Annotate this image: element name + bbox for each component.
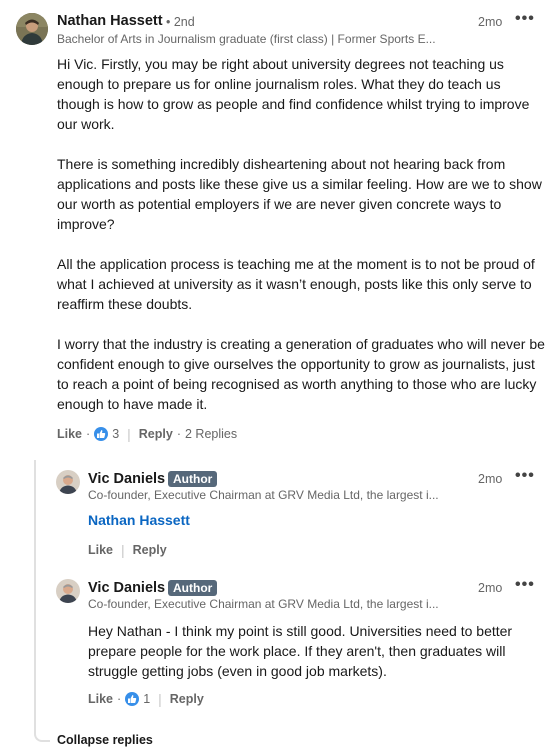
author-headline: Bachelor of Arts in Journalism graduate … — [57, 32, 436, 46]
like-reaction-icon[interactable] — [94, 427, 109, 441]
comment-paragraph: I worry that the industry is creating a … — [57, 336, 545, 412]
comment-actions: Like · 1 | Reply — [88, 691, 204, 707]
timestamp: 2mo — [478, 581, 503, 595]
avatar[interactable] — [16, 13, 48, 45]
comment-body: Hey Nathan - I think my point is still g… — [88, 623, 513, 679]
author-name[interactable]: Vic Daniels — [88, 580, 165, 596]
author-badge: Author — [168, 471, 218, 487]
timestamp: 2mo — [478, 472, 503, 486]
reply-button[interactable]: Reply — [133, 543, 167, 557]
like-reaction-icon[interactable] — [125, 692, 140, 706]
like-count[interactable]: 1 — [143, 692, 150, 706]
thread-line-end — [34, 730, 50, 742]
replies-count[interactable]: 2 Replies — [185, 427, 237, 441]
like-button[interactable]: Like — [88, 543, 113, 557]
like-button[interactable]: Like — [57, 427, 82, 441]
author-name[interactable]: Nathan Hassett — [57, 13, 163, 29]
more-options-icon[interactable]: ••• — [515, 10, 535, 28]
connection-degree: • 2nd — [166, 15, 195, 29]
collapse-replies-button[interactable]: Collapse replies — [57, 733, 153, 747]
comment-actions: Like · 3 | Reply · 2 Replies — [57, 426, 238, 442]
more-options-icon[interactable]: ••• — [515, 576, 535, 594]
comment-paragraph: There is something incredibly dishearten… — [57, 156, 542, 232]
author-name[interactable]: Vic Daniels — [88, 471, 165, 487]
author-headline: Co-founder, Executive Chairman at GRV Me… — [88, 488, 439, 502]
timestamp: 2mo — [478, 15, 503, 29]
author-badge: Author — [168, 580, 218, 596]
mention-link[interactable]: Nathan Hassett — [88, 512, 190, 528]
like-count[interactable]: 3 — [112, 427, 119, 441]
comment-paragraph: Hi Vic. Firstly, you may be right about … — [57, 56, 530, 132]
avatar[interactable] — [56, 470, 80, 494]
comment-paragraph: All the application process is teaching … — [57, 256, 535, 312]
author-headline: Co-founder, Executive Chairman at GRV Me… — [88, 597, 439, 611]
avatar[interactable] — [56, 579, 80, 603]
comment-actions: Like | Reply — [88, 542, 167, 558]
like-button[interactable]: Like — [88, 692, 113, 706]
thread-line — [34, 460, 36, 732]
more-options-icon[interactable]: ••• — [515, 467, 535, 485]
reply-button[interactable]: Reply — [139, 427, 173, 441]
comment-body: Hi Vic. Firstly, you may be right about … — [57, 54, 547, 414]
reply-button[interactable]: Reply — [170, 692, 204, 706]
